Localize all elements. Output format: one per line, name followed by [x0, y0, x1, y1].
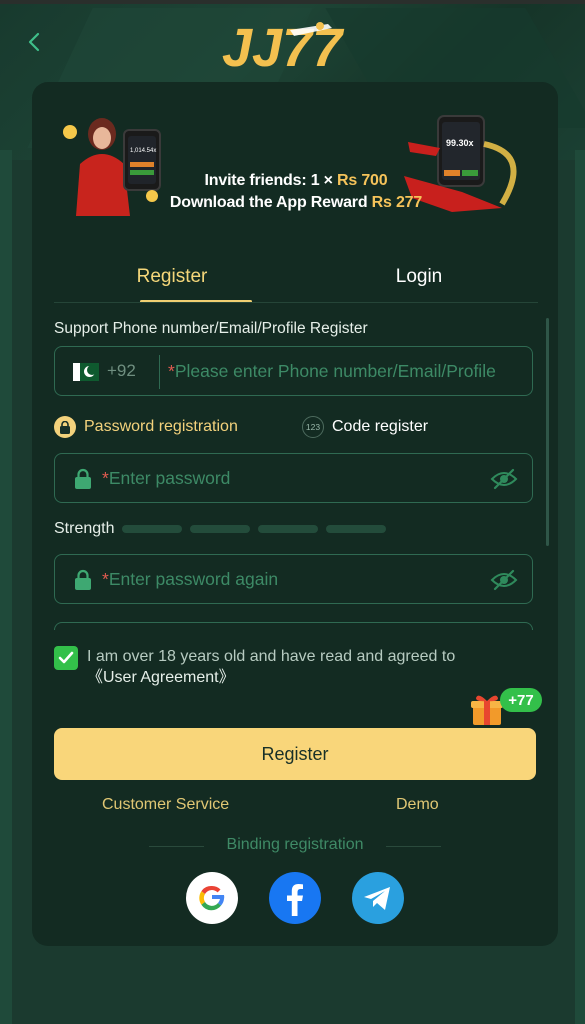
checkmark-icon — [58, 651, 74, 664]
facebook-login-button[interactable] — [269, 872, 321, 924]
agreement-text: I am over 18 years old and have read and… — [87, 648, 456, 686]
password-input[interactable]: *Enter password — [54, 453, 533, 503]
tab-register[interactable]: Register — [116, 252, 228, 302]
user-agreement-link[interactable]: 《User Agreement》 — [87, 669, 235, 686]
eye-off-icon[interactable] — [490, 568, 518, 592]
telegram-login-button[interactable] — [352, 872, 404, 924]
lock-icon — [75, 569, 91, 590]
background-edge — [0, 150, 12, 1024]
phone-placeholder: *Please enter Phone number/Email/Profile — [168, 361, 496, 381]
lock-icon — [75, 468, 91, 489]
password-registration-option[interactable]: Password registration — [54, 415, 238, 439]
register-button[interactable]: Register — [54, 728, 536, 780]
app-logo: JJ77 — [220, 16, 370, 78]
background-edge — [575, 150, 585, 1024]
banner-text: Invite friends: 1 × Rs 700 Download the … — [169, 172, 423, 211]
agreement-checkbox[interactable] — [54, 646, 78, 670]
back-button[interactable] — [20, 28, 48, 56]
input-separator — [159, 355, 160, 389]
password-placeholder: *Enter password — [102, 468, 231, 488]
strength-bar — [258, 525, 319, 533]
eye-off-icon[interactable] — [490, 467, 518, 491]
chevron-left-icon — [28, 32, 40, 52]
code-register-option[interactable]: 123 Code register — [302, 415, 428, 439]
strength-bar — [122, 525, 183, 533]
password-strength: Strength — [54, 520, 387, 538]
form-scrollbar[interactable] — [546, 318, 549, 546]
auth-tabs: Register Login — [56, 252, 536, 304]
password-registration-label: Password registration — [84, 418, 238, 435]
customer-service-link[interactable]: Customer Service — [102, 796, 229, 814]
tab-login[interactable]: Login — [366, 252, 472, 302]
demo-link[interactable]: Demo — [396, 796, 439, 814]
support-label: Support Phone number/Email/Profile Regis… — [54, 320, 368, 337]
strength-bar — [190, 525, 251, 533]
phone-input[interactable]: +92 *Please enter Phone number/Email/Pro… — [54, 346, 533, 396]
google-icon — [199, 885, 225, 911]
binding-registration-label: Binding registration — [226, 836, 364, 853]
google-login-button[interactable] — [186, 872, 238, 924]
telegram-icon — [364, 887, 390, 910]
svg-text:99.30x: 99.30x — [446, 138, 474, 148]
strength-label: Strength — [54, 520, 115, 537]
lock-icon — [54, 416, 76, 438]
pakistan-flag-icon[interactable] — [73, 363, 99, 381]
confirm-password-placeholder: *Enter password again — [102, 569, 279, 589]
svg-text:1,014.54x: 1,014.54x — [130, 148, 156, 154]
country-code[interactable]: +92 — [107, 361, 136, 381]
strength-bar — [326, 525, 387, 533]
code-register-label: Code register — [332, 418, 429, 435]
tab-divider — [54, 302, 538, 303]
register-card: 1,014.54x 99.30x Invite friends: 1 × Rs … — [32, 82, 558, 946]
confirm-password-input[interactable]: *Enter password again — [54, 554, 533, 604]
facebook-icon — [287, 884, 303, 916]
bonus-badge: +77 — [500, 688, 542, 712]
promo-banner[interactable]: 1,014.54x 99.30x Invite friends: 1 × Rs … — [32, 104, 558, 222]
next-field-edge — [54, 622, 533, 630]
numeric-code-icon: 123 — [302, 416, 324, 438]
